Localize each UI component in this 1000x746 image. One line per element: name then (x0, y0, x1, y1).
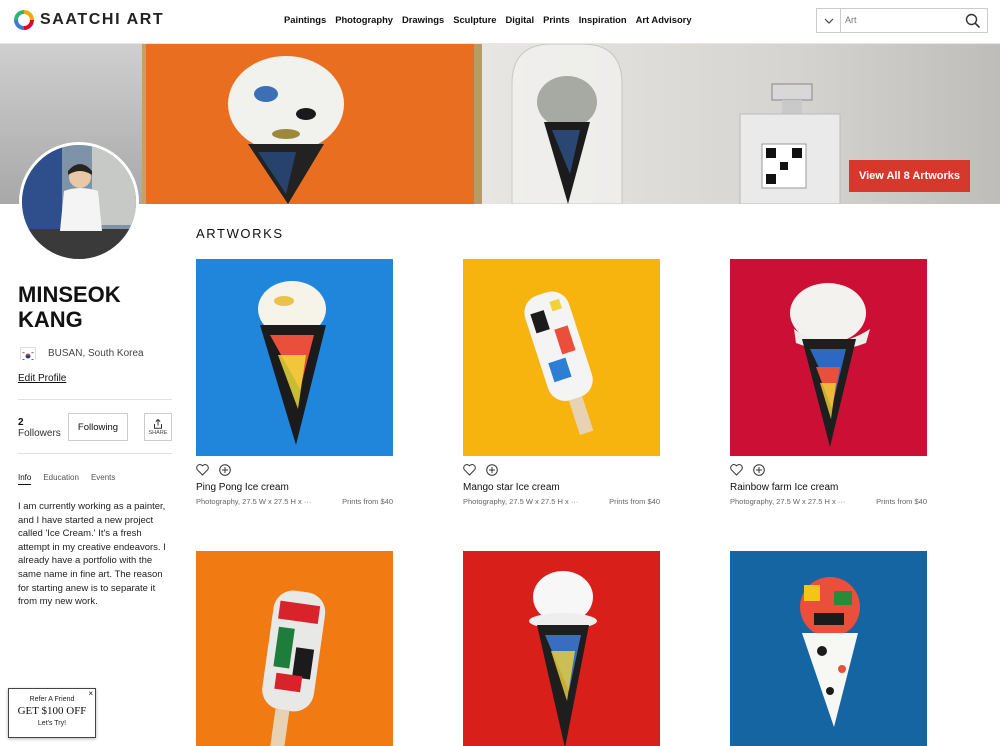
heart-icon[interactable] (730, 463, 743, 476)
tab-info[interactable]: Info (18, 473, 32, 485)
share-icon (154, 418, 162, 429)
nav-paintings[interactable]: Paintings (284, 14, 326, 25)
artwork-card (196, 551, 393, 746)
artist-bio: I am currently working as a painter, and… (18, 501, 166, 608)
card-actions (730, 463, 927, 476)
artwork-image[interactable] (730, 551, 927, 746)
artwork-image[interactable] (463, 259, 660, 456)
heart-icon[interactable] (463, 463, 476, 476)
artwork-details: Photography, 27.5 W x 27.5 H x ··· (463, 497, 579, 506)
avatar (19, 142, 139, 262)
profile-tabs: Info Education Events (18, 473, 127, 485)
artwork-image[interactable] (730, 259, 927, 456)
refer-title: Refer A Friend (29, 696, 75, 703)
followers-label[interactable]: Followers (18, 428, 61, 439)
card-actions (463, 463, 660, 476)
artwork-details: Photography, 27.5 W x 27.5 H x ··· (730, 497, 846, 506)
search-icon[interactable] (965, 13, 981, 29)
search-box (816, 8, 988, 33)
following-button[interactable]: Following (68, 413, 128, 441)
add-to-collection-icon[interactable] (753, 463, 765, 476)
share-label: SHARE (148, 429, 168, 436)
artwork-card (463, 551, 660, 746)
heart-icon[interactable] (196, 463, 209, 476)
artwork-card: Rainbow farm Ice cream Photography, 27.5… (730, 259, 927, 506)
refer-friend-popup[interactable]: Refer A Friend GET $100 OFF Let's Try! × (8, 688, 96, 738)
banner-framed-artwork (142, 44, 482, 204)
view-all-artworks-button[interactable]: View All 8 Artworks (849, 160, 970, 192)
tab-events[interactable]: Events (91, 473, 115, 485)
divider (18, 399, 172, 400)
artist-name: MINSEOK KANG (18, 282, 121, 332)
south-korea-flag-icon (20, 347, 36, 361)
artwork-title[interactable]: Mango star Ice cream (463, 482, 660, 493)
top-header: SAATCHI ART Paintings Photography Drawin… (0, 0, 1000, 44)
artwork-meta-row: Photography, 27.5 W x 27.5 H x ··· Print… (730, 497, 927, 506)
artwork-price: Prints from $40 (342, 497, 393, 506)
followers-count: 2 (18, 417, 24, 428)
edit-profile-link[interactable]: Edit Profile (18, 373, 66, 384)
artwork-card: Mango star Ice cream Photography, 27.5 W… (463, 259, 660, 506)
saatchi-logo[interactable]: SAATCHI ART (14, 10, 164, 30)
artwork-price: Prints from $40 (876, 497, 927, 506)
close-icon[interactable]: × (88, 689, 93, 698)
artwork-image[interactable] (196, 551, 393, 746)
section-title: ARTWORKS (196, 226, 284, 241)
artwork-title[interactable]: Ping Pong Ice cream (196, 482, 393, 493)
logo-ring-icon (14, 10, 34, 30)
chevron-down-icon (824, 18, 833, 24)
artist-location: BUSAN, South Korea (48, 348, 144, 359)
add-to-collection-icon[interactable] (486, 463, 498, 476)
nav-art-advisory[interactable]: Art Advisory (636, 14, 692, 25)
artwork-card: Ping Pong Ice cream Photography, 27.5 W … (196, 259, 393, 506)
search-input[interactable] (845, 12, 957, 28)
artwork-image[interactable] (196, 259, 393, 456)
tab-education[interactable]: Education (43, 473, 79, 485)
card-actions (196, 463, 393, 476)
nav-sculpture[interactable]: Sculpture (453, 14, 496, 25)
nav-photography[interactable]: Photography (335, 14, 393, 25)
artwork-card (730, 551, 927, 746)
nav-drawings[interactable]: Drawings (402, 14, 444, 25)
share-button[interactable]: SHARE (144, 413, 172, 441)
artwork-title[interactable]: Rainbow farm Ice cream (730, 482, 927, 493)
search-category-dropdown[interactable] (817, 9, 841, 32)
artwork-meta-row: Photography, 27.5 W x 27.5 H x ··· Print… (196, 497, 393, 506)
artwork-details: Photography, 27.5 W x 27.5 H x ··· (196, 497, 312, 506)
logo-text: SAATCHI ART (40, 11, 165, 28)
divider (18, 453, 172, 454)
artwork-price: Prints from $40 (609, 497, 660, 506)
cover-banner: View All 8 Artworks (0, 44, 1000, 204)
artwork-meta-row: Photography, 27.5 W x 27.5 H x ··· Print… (463, 497, 660, 506)
artist-photo (22, 145, 136, 259)
add-to-collection-icon[interactable] (219, 463, 231, 476)
artwork-image[interactable] (463, 551, 660, 746)
banner-icecream-art (228, 56, 344, 204)
refer-offer: GET $100 OFF (17, 705, 87, 717)
refer-cta: Let's Try! (37, 720, 67, 727)
main-nav: Paintings Photography Drawings Sculpture… (284, 14, 701, 25)
nav-prints[interactable]: Prints (543, 14, 570, 25)
nav-digital[interactable]: Digital (505, 14, 534, 25)
nav-inspiration[interactable]: Inspiration (579, 14, 627, 25)
